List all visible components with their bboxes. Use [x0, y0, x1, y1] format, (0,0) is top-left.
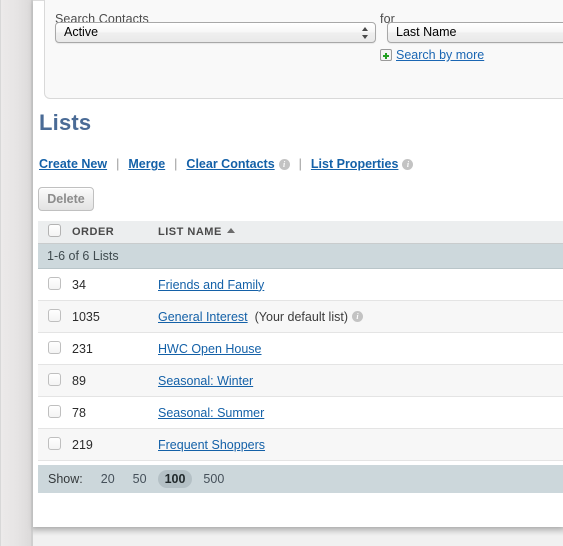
list-name-link[interactable]: Frequent Shoppers — [158, 438, 265, 452]
order-cell: 34 — [72, 268, 158, 301]
delete-button[interactable]: Delete — [38, 187, 94, 211]
contact-status-value: Active — [64, 25, 99, 39]
page-size-options: 20 50 100 500 — [94, 470, 236, 488]
record-count-label: 1-6 of 6 Lists — [38, 243, 563, 269]
list-name-link[interactable]: Seasonal: Winter — [158, 374, 253, 388]
row-checkbox[interactable] — [48, 276, 61, 290]
table-header-row: ORDER LIST NAME — [38, 221, 563, 244]
search-by-more-label: Search by more — [396, 48, 485, 62]
list-name-cell: General Interest (Your default list) i — [158, 300, 563, 333]
default-list-note: (Your default list) — [254, 309, 348, 324]
order-column-header[interactable]: ORDER — [72, 221, 158, 244]
select-all-header — [38, 221, 72, 244]
content-sheet-shadow — [33, 527, 563, 536]
list-name-link[interactable]: General Interest — [158, 310, 248, 324]
contact-status-select[interactable]: Active — [55, 22, 376, 43]
plus-icon — [380, 49, 392, 61]
list-name-cell: Frequent Shoppers — [158, 428, 563, 461]
search-field-select[interactable]: Last Name — [387, 22, 563, 43]
list-name-column-header[interactable]: LIST NAME — [158, 221, 563, 244]
action-separator: | — [174, 157, 178, 171]
row-checkbox[interactable] — [48, 436, 61, 450]
merge-link[interactable]: Merge — [128, 157, 165, 171]
search-by-more-link[interactable]: Search by more — [380, 48, 484, 62]
action-separator: | — [116, 157, 120, 171]
order-cell: 1035 — [72, 300, 158, 333]
order-cell: 219 — [72, 428, 158, 461]
order-cell: 89 — [72, 364, 158, 397]
search-field-value: Last Name — [396, 25, 457, 39]
list-action-bar: Create New | Merge | Clear Contacts i | … — [39, 157, 414, 171]
sort-ascending-icon — [226, 228, 235, 233]
create-new-link[interactable]: Create New — [39, 157, 107, 171]
table-row: 34 Friends and Family — [38, 268, 563, 301]
row-select-cell — [38, 268, 72, 301]
list-name-link[interactable]: HWC Open House — [158, 342, 262, 356]
info-icon[interactable]: i — [402, 158, 414, 170]
clear-contacts-link[interactable]: Clear Contacts — [186, 157, 274, 171]
page-left-gutter — [1, 0, 31, 546]
list-name-link[interactable]: Seasonal: Summer — [158, 406, 264, 420]
page-title: Lists — [39, 110, 92, 135]
table-row: 219 Frequent Shoppers — [38, 428, 563, 461]
order-cell: 231 — [72, 332, 158, 365]
row-checkbox[interactable] — [48, 340, 61, 354]
row-select-cell — [38, 300, 72, 333]
row-checkbox[interactable] — [48, 308, 61, 322]
table-row: 231 HWC Open House — [38, 332, 563, 365]
list-name-column-label: LIST NAME — [158, 226, 222, 238]
show-label: Show: — [48, 472, 83, 486]
lists-table: 1-6 of 6 Lists ORDER LIST NAME 34 Friends… — [38, 221, 563, 461]
search-contacts-panel: Search Contacts for Active Last Name Sea… — [44, 0, 563, 99]
info-icon[interactable]: i — [278, 158, 290, 170]
row-select-cell — [38, 396, 72, 429]
action-separator: | — [298, 157, 302, 171]
row-select-cell — [38, 332, 72, 365]
info-icon[interactable]: i — [351, 310, 363, 322]
list-name-cell: HWC Open House — [158, 332, 563, 365]
list-name-link[interactable]: Friends and Family — [158, 278, 264, 292]
list-name-cell: Friends and Family — [158, 268, 563, 301]
row-checkbox[interactable] — [48, 372, 61, 386]
table-row: 1035 General Interest (Your default list) i — [38, 300, 563, 333]
order-cell: 78 — [72, 396, 158, 429]
record-count-bar: 1-6 of 6 Lists — [38, 243, 563, 269]
list-name-cell: Seasonal: Winter — [158, 364, 563, 397]
table-row: 89 Seasonal: Winter — [38, 364, 563, 397]
page-size-option-500[interactable]: 500 — [196, 470, 231, 488]
row-select-cell — [38, 364, 72, 397]
list-name-cell: Seasonal: Summer — [158, 396, 563, 429]
stepper-arrows-icon — [361, 25, 370, 42]
page-root: Search Contacts for Active Last Name Sea… — [0, 0, 563, 546]
page-size-option-20[interactable]: 20 — [94, 470, 122, 488]
table-row: 78 Seasonal: Summer — [38, 396, 563, 429]
page-size-option-100[interactable]: 100 — [157, 470, 193, 488]
page-size-option-50[interactable]: 50 — [126, 470, 154, 488]
row-select-cell — [38, 428, 72, 461]
lists-table-body: 34 Friends and Family 1035 General Interest… — [38, 268, 563, 461]
content-sheet: Search Contacts for Active Last Name Sea… — [33, 0, 563, 527]
list-properties-link[interactable]: List Properties — [311, 157, 399, 171]
page-size-bar: Show: 20 50 100 500 — [38, 465, 563, 493]
select-all-checkbox[interactable] — [48, 224, 61, 237]
row-checkbox[interactable] — [48, 404, 61, 418]
